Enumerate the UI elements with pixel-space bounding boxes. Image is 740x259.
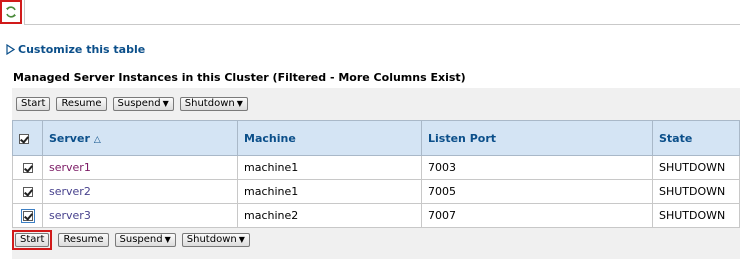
server-cell: server2	[42, 179, 238, 204]
suspend-button[interactable]: Suspend ▼	[114, 233, 176, 247]
start-button[interactable]: Start	[15, 233, 50, 247]
chevron-down-icon: ▼	[238, 235, 245, 244]
customize-table-label[interactable]: Customize this table	[18, 43, 145, 56]
divider	[24, 0, 25, 24]
resume-button[interactable]: Resume	[58, 233, 109, 247]
table-header-row: Server △ Machine Listen Port State	[12, 120, 740, 156]
row-checkbox[interactable]	[22, 163, 33, 173]
server-link[interactable]: server2	[49, 185, 91, 198]
refresh-icon	[6, 6, 16, 18]
row-select-cell	[12, 203, 43, 228]
start-button[interactable]: Start	[16, 97, 51, 111]
machine-cell: machine1	[237, 179, 422, 204]
column-header-listen-port-label: Listen Port	[428, 131, 497, 145]
table-row: server1 machine1 7003 SHUTDOWN	[12, 155, 740, 180]
row-checkbox[interactable]	[22, 187, 33, 197]
shutdown-button-label: Shutdown	[186, 234, 237, 245]
shutdown-button[interactable]: Shutdown ▼	[181, 233, 250, 247]
listen-port-cell: 7003	[421, 155, 653, 180]
resume-button[interactable]: Resume	[56, 97, 107, 111]
servers-table: Server △ Machine Listen Port State serve…	[12, 120, 740, 228]
select-all-cell	[12, 120, 43, 156]
sort-ascending-icon[interactable]: △	[94, 135, 101, 145]
toolbar-top: Start Resume Suspend ▼ Shutdown ▼	[16, 96, 248, 112]
triangle-right-icon	[6, 43, 15, 55]
shutdown-button-label: Shutdown	[184, 98, 235, 109]
suspend-button-label: Suspend	[119, 234, 163, 245]
row-select-cell	[12, 155, 43, 180]
table-title: Managed Server Instances in this Cluster…	[13, 71, 466, 84]
column-header-state[interactable]: State	[652, 120, 740, 156]
state-cell: SHUTDOWN	[652, 155, 740, 180]
suspend-button-label: Suspend	[117, 98, 161, 109]
chevron-down-icon: ▼	[236, 99, 243, 108]
row-select-cell	[12, 179, 43, 204]
table-row: server2 machine1 7005 SHUTDOWN	[12, 179, 740, 204]
state-cell: SHUTDOWN	[652, 179, 740, 204]
server-cell: server1	[42, 155, 238, 180]
chevron-down-icon: ▼	[162, 99, 169, 108]
column-header-server-label: Server	[49, 131, 90, 145]
shutdown-button[interactable]: Shutdown ▼	[179, 97, 248, 111]
state-cell: SHUTDOWN	[652, 203, 740, 228]
select-all-checkbox[interactable]	[19, 133, 29, 144]
table-panel: Start Resume Suspend ▼ Shutdown ▼ Server…	[12, 88, 740, 259]
server-link[interactable]: server3	[49, 209, 91, 222]
server-link[interactable]: server1	[49, 161, 91, 174]
listen-port-cell: 7005	[421, 179, 653, 204]
row-checkbox[interactable]	[20, 209, 35, 223]
column-header-server[interactable]: Server △	[42, 120, 238, 156]
suspend-button[interactable]: Suspend ▼	[112, 97, 174, 111]
page: Customize this table Managed Server Inst…	[0, 0, 740, 259]
start-button-highlight: Start	[12, 230, 53, 250]
customize-table-link[interactable]: Customize this table	[6, 42, 145, 56]
chevron-down-icon: ▼	[164, 235, 171, 244]
divider	[24, 24, 740, 25]
server-cell: server3	[42, 203, 238, 228]
refresh-button[interactable]	[0, 0, 22, 24]
listen-port-cell: 7007	[421, 203, 653, 228]
column-header-machine-label: Machine	[244, 131, 296, 145]
column-header-listen-port[interactable]: Listen Port	[421, 120, 653, 156]
machine-cell: machine1	[237, 155, 422, 180]
column-header-machine[interactable]: Machine	[237, 120, 422, 156]
toolbar-bottom: Start Resume Suspend ▼ Shutdown ▼	[12, 230, 250, 250]
table-row: server3 machine2 7007 SHUTDOWN	[12, 203, 740, 228]
column-header-state-label: State	[659, 131, 693, 145]
machine-cell: machine2	[237, 203, 422, 228]
